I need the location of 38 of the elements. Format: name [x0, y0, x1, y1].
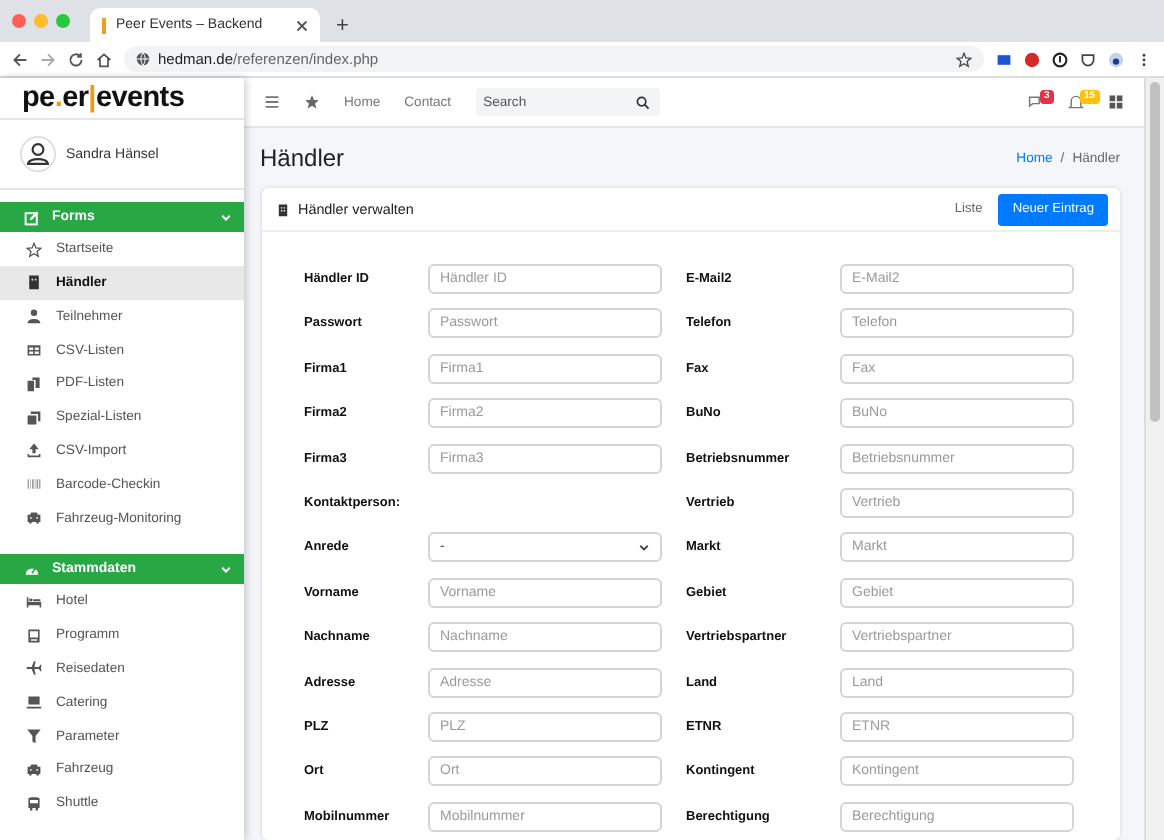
bus-icon [26, 795, 42, 812]
filter-icon [26, 728, 42, 744]
profile-avatar-icon[interactable] [1108, 51, 1124, 67]
airplane-icon [26, 660, 42, 677]
user-avatar-icon [20, 136, 56, 173]
windows-icon [26, 409, 42, 426]
grid-icon[interactable] [1108, 94, 1124, 110]
bed-icon [26, 593, 42, 610]
extension-icon[interactable] [1052, 51, 1068, 67]
home-icon[interactable] [96, 51, 112, 67]
chevron-icon [220, 563, 232, 576]
bell-icon[interactable] [1068, 94, 1084, 110]
documents-icon [26, 375, 42, 392]
page-title: Händler [260, 144, 345, 172]
globe-icon [136, 52, 150, 66]
reload-icon[interactable] [68, 51, 84, 67]
building-icon [26, 274, 42, 291]
search-icon[interactable] [635, 95, 650, 109]
back-arrow-icon[interactable] [12, 51, 28, 67]
building-icon [276, 201, 290, 217]
caret-icon [638, 541, 650, 554]
chat-icon[interactable] [1028, 94, 1044, 110]
person-icon [26, 308, 42, 325]
upload-icon [26, 442, 42, 459]
car-icon [26, 510, 42, 527]
barcode-icon [26, 476, 42, 493]
table-icon [26, 342, 42, 359]
car-icon [26, 761, 42, 778]
star-icon [26, 241, 42, 258]
star-icon[interactable] [304, 94, 320, 110]
chevron-icon [220, 211, 232, 224]
panel-icon [26, 627, 42, 644]
edit-icon [24, 209, 40, 226]
bookmark-star-icon[interactable] [956, 51, 972, 67]
close-icon[interactable] [296, 19, 308, 31]
new-tab-button[interactable]: + [336, 14, 349, 38]
menu-icon[interactable] [264, 94, 280, 110]
pocket-icon[interactable] [1080, 51, 1096, 67]
